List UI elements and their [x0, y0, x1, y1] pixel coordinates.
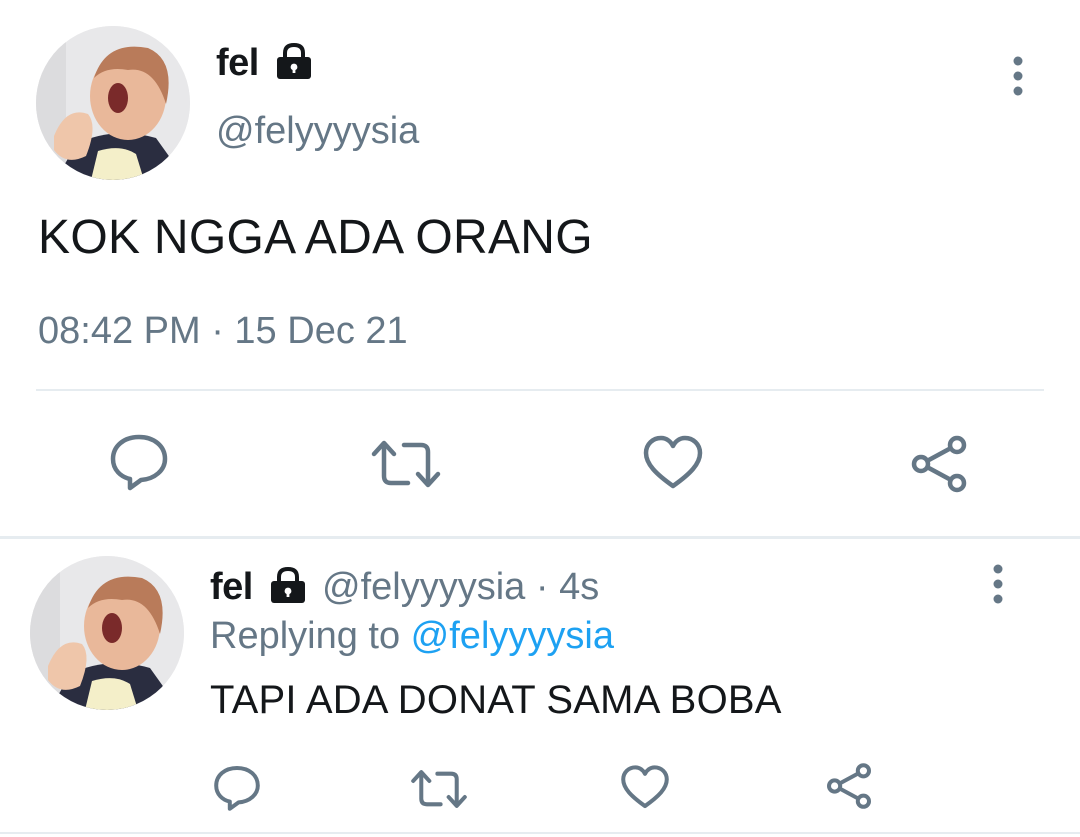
separator-dot: · [525, 566, 560, 608]
reply-author-handle[interactable]: @felyyyysia [322, 566, 525, 608]
share-icon[interactable] [824, 762, 874, 810]
comment-icon[interactable] [212, 764, 262, 812]
replying-to-mention[interactable]: @felyyyysia [411, 615, 614, 657]
tweet-text: KOK NGGA ADA ORANG [38, 211, 593, 264]
reply-handle-and-time[interactable]: @felyyyysia · 4s [322, 566, 599, 609]
retweet-icon[interactable] [370, 436, 442, 492]
more-vertical-icon[interactable] [1004, 54, 1032, 100]
more-vertical-icon[interactable] [984, 562, 1012, 608]
replying-to-label: Replying to [210, 615, 411, 657]
heart-icon[interactable] [642, 434, 704, 492]
replying-to-line: Replying to @felyyyysia [210, 615, 614, 658]
reply-time-ago[interactable]: 4s [559, 566, 599, 608]
reply-text: TAPI ADA DONAT SAMA BOBA [210, 678, 782, 722]
heart-icon[interactable] [620, 764, 670, 811]
share-icon[interactable] [908, 434, 970, 494]
author-avatar[interactable] [36, 26, 190, 180]
tweet-timestamp[interactable]: 08:42 PM · 15 Dec 21 [38, 310, 408, 353]
comment-icon[interactable] [108, 432, 170, 492]
reply-author-name[interactable]: fel [210, 566, 253, 609]
author-name[interactable]: fel [216, 42, 259, 85]
section-divider [0, 536, 1080, 539]
lock-icon [272, 42, 316, 82]
divider [36, 389, 1044, 391]
retweet-icon[interactable] [410, 766, 468, 812]
author-handle[interactable]: @felyyyysia [216, 110, 419, 153]
lock-icon [266, 566, 310, 606]
divider [0, 832, 1080, 834]
reply-author-avatar[interactable] [30, 556, 184, 710]
